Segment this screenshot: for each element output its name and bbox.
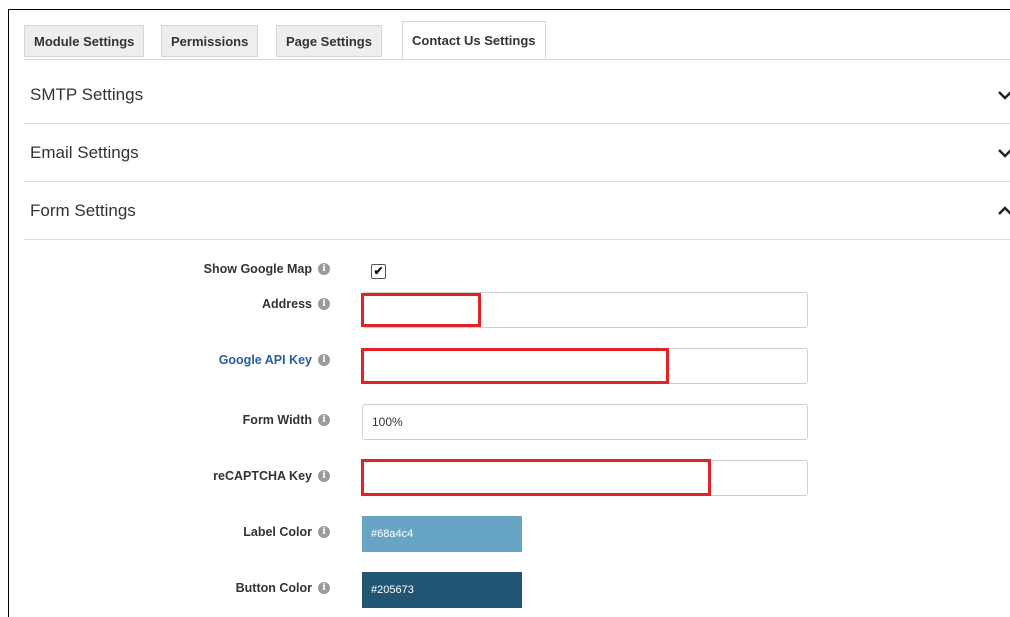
chevron-down-icon[interactable] — [996, 86, 1010, 104]
info-icon[interactable]: i — [318, 263, 330, 275]
info-icon[interactable]: i — [318, 298, 330, 310]
settings-tabs: Module Settings Permissions Page Setting… — [24, 21, 1010, 60]
tab-contact-us-settings[interactable]: Contact Us Settings — [402, 21, 546, 59]
highlight-box — [361, 348, 669, 384]
info-icon[interactable]: i — [318, 354, 330, 366]
button-color-label: Button Color i — [236, 581, 330, 595]
tab-module-settings[interactable]: Module Settings — [24, 25, 145, 57]
chevron-up-icon[interactable] — [996, 202, 1010, 220]
show-google-map-checkbox[interactable]: ✔ — [371, 264, 386, 279]
section-form-settings[interactable]: Form Settings — [24, 182, 1010, 240]
info-icon[interactable]: i — [318, 470, 330, 482]
window-frame-left — [8, 9, 9, 617]
chevron-down-icon[interactable] — [996, 144, 1010, 162]
section-title: Form Settings — [30, 201, 136, 220]
form-width-input[interactable]: 100% — [362, 404, 808, 440]
recaptcha-key-label: reCAPTCHA Key i — [213, 469, 330, 483]
label-text: Label Color — [243, 525, 312, 539]
info-icon[interactable]: i — [318, 582, 330, 594]
label-color-label: Label Color i — [243, 525, 330, 539]
label-text: Form Width — [242, 413, 312, 427]
info-icon[interactable]: i — [318, 526, 330, 538]
label-text: Show Google Map — [203, 262, 312, 276]
section-title: SMTP Settings — [30, 85, 144, 104]
section-smtp-settings[interactable]: SMTP Settings — [24, 66, 1010, 124]
tab-permissions[interactable]: Permissions — [161, 25, 259, 57]
show-google-map-label: Show Google Map i — [204, 262, 330, 276]
section-title: Email Settings — [30, 143, 139, 162]
form-width-label: Form Width i — [243, 413, 330, 427]
button-color-picker[interactable]: #205673 — [362, 572, 522, 608]
tab-page-settings[interactable]: Page Settings — [276, 25, 382, 57]
address-label: Address i — [262, 297, 330, 311]
info-icon[interactable]: i — [318, 414, 330, 426]
highlight-box — [361, 459, 711, 496]
highlight-box — [361, 293, 481, 327]
google-api-key-label[interactable]: Google API Key i — [219, 353, 330, 367]
label-text[interactable]: Google API Key — [219, 353, 312, 367]
window-frame-top — [8, 9, 1010, 10]
label-text: Address — [261, 297, 312, 311]
label-text: Button Color — [235, 581, 312, 595]
label-color-picker[interactable]: #68a4c4 — [362, 516, 522, 552]
section-email-settings[interactable]: Email Settings — [24, 124, 1010, 182]
label-text: reCAPTCHA Key — [213, 469, 312, 483]
